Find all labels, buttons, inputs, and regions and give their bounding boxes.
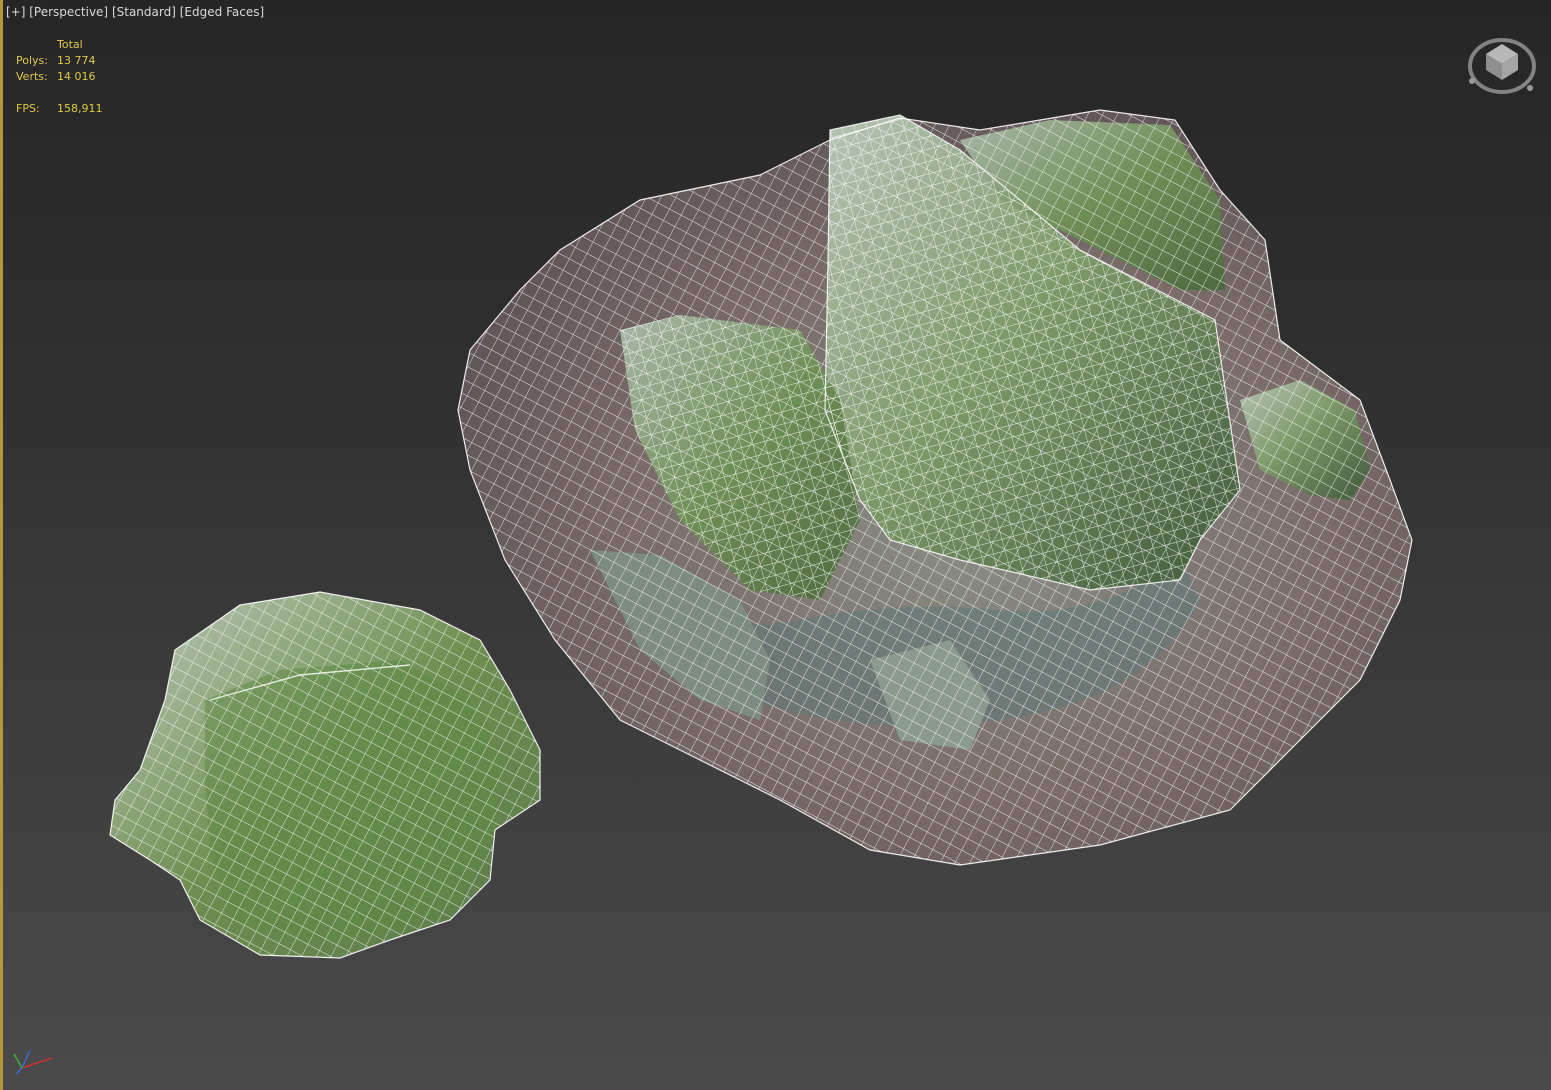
viewport-shading-menu[interactable]: [Standard] [112,5,176,19]
viewport-point-of-view-menu[interactable]: [Perspective] [29,5,108,19]
verts-label: Verts: [16,70,48,83]
viewport-display-menu[interactable]: [Edged Faces] [180,5,264,19]
viewport-plus-menu[interactable]: [+] [6,5,25,19]
verts-value: 14 016 [57,70,96,83]
polys-label: Polys: [16,54,48,67]
polys-value: 13 774 [57,54,96,67]
stats-header: Total [57,38,83,51]
fps-value: 158,911 [57,102,103,115]
fps-label: FPS: [16,102,40,115]
statistics-overlay: Total Polys: 13 774 Verts: 14 016 FPS: 1… [16,37,103,117]
active-viewport-border [0,0,3,1090]
axis-tripod-icon [8,1044,58,1080]
large-rock-pile-mesh[interactable] [457,109,1413,866]
viewcube-icon[interactable] [1464,28,1540,98]
small-rock-mesh[interactable] [109,591,541,959]
viewport-label-menu[interactable]: [+] [Perspective] [Standard] [Edged Face… [6,5,264,19]
scene-render[interactable] [0,0,1551,1090]
perspective-viewport[interactable]: [+] [Perspective] [Standard] [Edged Face… [0,0,1551,1090]
